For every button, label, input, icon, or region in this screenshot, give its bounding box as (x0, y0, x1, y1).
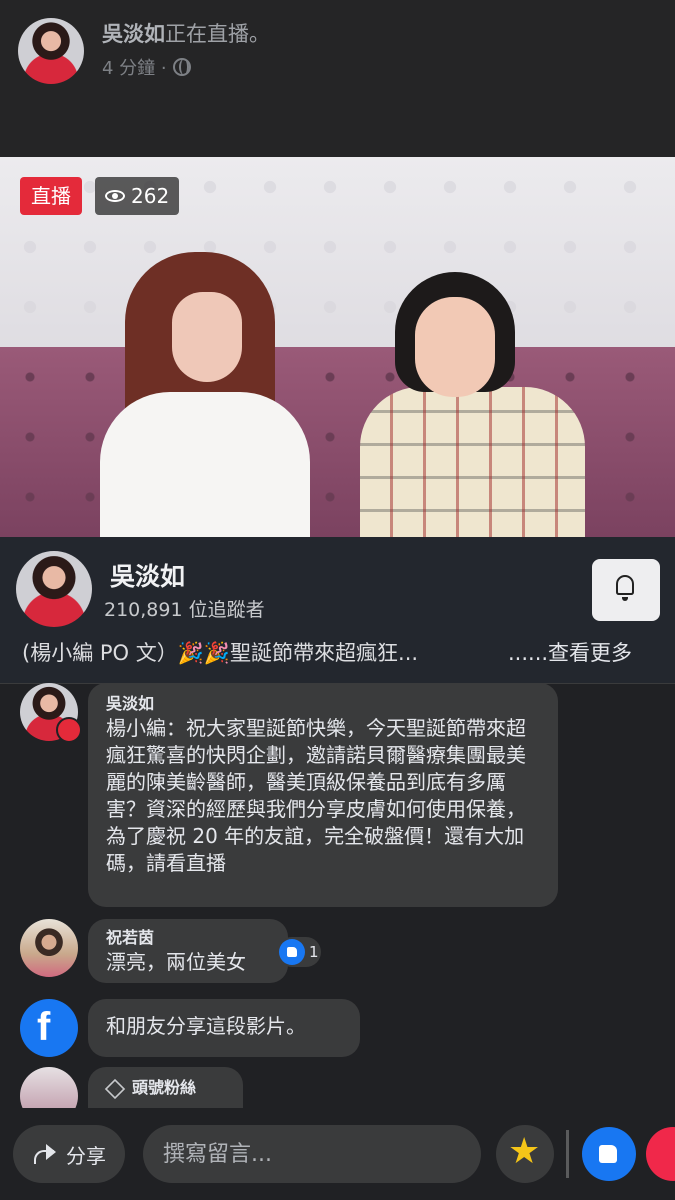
divider (566, 1130, 569, 1178)
live-status: 正在直播。 (165, 22, 270, 46)
see-more-link[interactable]: ......查看更多 (508, 637, 632, 667)
live-badge: 直播 (20, 177, 82, 215)
eye-icon (105, 190, 125, 202)
commenter-avatar[interactable] (20, 1067, 78, 1108)
comment-text: 楊小編：祝大家聖誕節快樂，今天聖誕節帶來超瘋狂驚喜的快閃企劃，邀請諾貝爾醫療集團… (106, 716, 526, 875)
video-host-left (100, 252, 310, 537)
stars-button[interactable]: ★ (496, 1125, 554, 1183)
comment-input[interactable] (143, 1125, 481, 1183)
top-fan-badge: 頭號粉絲 (104, 1077, 225, 1099)
comment-bubble[interactable]: 祝若茵 漂亮，兩位美女 (88, 919, 288, 983)
viewer-count: 262 (131, 184, 170, 208)
share-icon (32, 1144, 58, 1164)
author-avatar[interactable] (18, 18, 84, 84)
post-meta: 4 分鐘 · (102, 54, 191, 80)
page-name[interactable]: 吳淡如 (110, 557, 185, 593)
comment-bubble[interactable]: 頭號粉絲 (88, 1067, 243, 1108)
reaction-count[interactable]: 1 (277, 937, 321, 967)
page-info: 吳淡如 210,891 位追蹤者 (楊小編 PO 文）🎉🎉聖誕節帶來超瘋狂...… (0, 537, 675, 684)
reaction-number: 1 (309, 943, 319, 961)
share-label: 分享 (66, 1143, 106, 1168)
bottom-action-bar: 分享 ★ (0, 1108, 675, 1200)
live-indicator-icon (56, 717, 82, 743)
comment-author[interactable]: 祝若茵 (106, 927, 270, 949)
diamond-icon (104, 1078, 126, 1099)
viewer-count-badge: 262 (95, 177, 180, 215)
comments-list[interactable]: 吳淡如 楊小編：祝大家聖誕節快樂，今天聖誕節帶來超瘋狂驚喜的快閃企劃，邀請諾貝爾… (0, 683, 675, 1108)
top-fan-label: 頭號粉絲 (132, 1078, 197, 1097)
globe-icon (172, 58, 191, 76)
page-avatar[interactable] (16, 551, 92, 627)
follower-count: 210,891 位追蹤者 (104, 599, 265, 621)
post-time: 4 分鐘 · (102, 58, 167, 79)
comment-bubble[interactable]: 吳淡如 楊小編：祝大家聖誕節快樂，今天聖誕節帶來超瘋狂驚喜的快閃企劃，邀請諾貝爾… (88, 683, 558, 907)
like-reaction-button[interactable] (582, 1127, 636, 1181)
bell-icon (616, 575, 634, 601)
post-header: 吳淡如正在直播。 4 分鐘 · (0, 0, 675, 157)
author-name[interactable]: 吳淡如 (102, 22, 165, 46)
share-button[interactable]: 分享 (13, 1125, 125, 1183)
notification-button[interactable] (592, 559, 660, 621)
comment-author[interactable]: 吳淡如 (106, 693, 540, 715)
facebook-icon: f (20, 999, 78, 1057)
share-prompt-text: 和朋友分享這段影片。 (106, 1014, 306, 1038)
live-video[interactable]: 直播 262 (0, 157, 675, 537)
comment-text: 漂亮，兩位美女 (106, 950, 246, 974)
share-prompt-bubble[interactable]: 和朋友分享這段影片。 (88, 999, 360, 1057)
video-description: (楊小編 PO 文）🎉🎉聖誕節帶來超瘋狂... (22, 641, 419, 665)
commenter-avatar[interactable] (20, 919, 78, 977)
post-title: 吳淡如正在直播。 (102, 18, 270, 48)
like-icon (279, 939, 305, 965)
video-host-right (360, 272, 585, 537)
love-reaction-button[interactable] (646, 1127, 675, 1181)
star-icon: ★ (508, 1131, 541, 1172)
